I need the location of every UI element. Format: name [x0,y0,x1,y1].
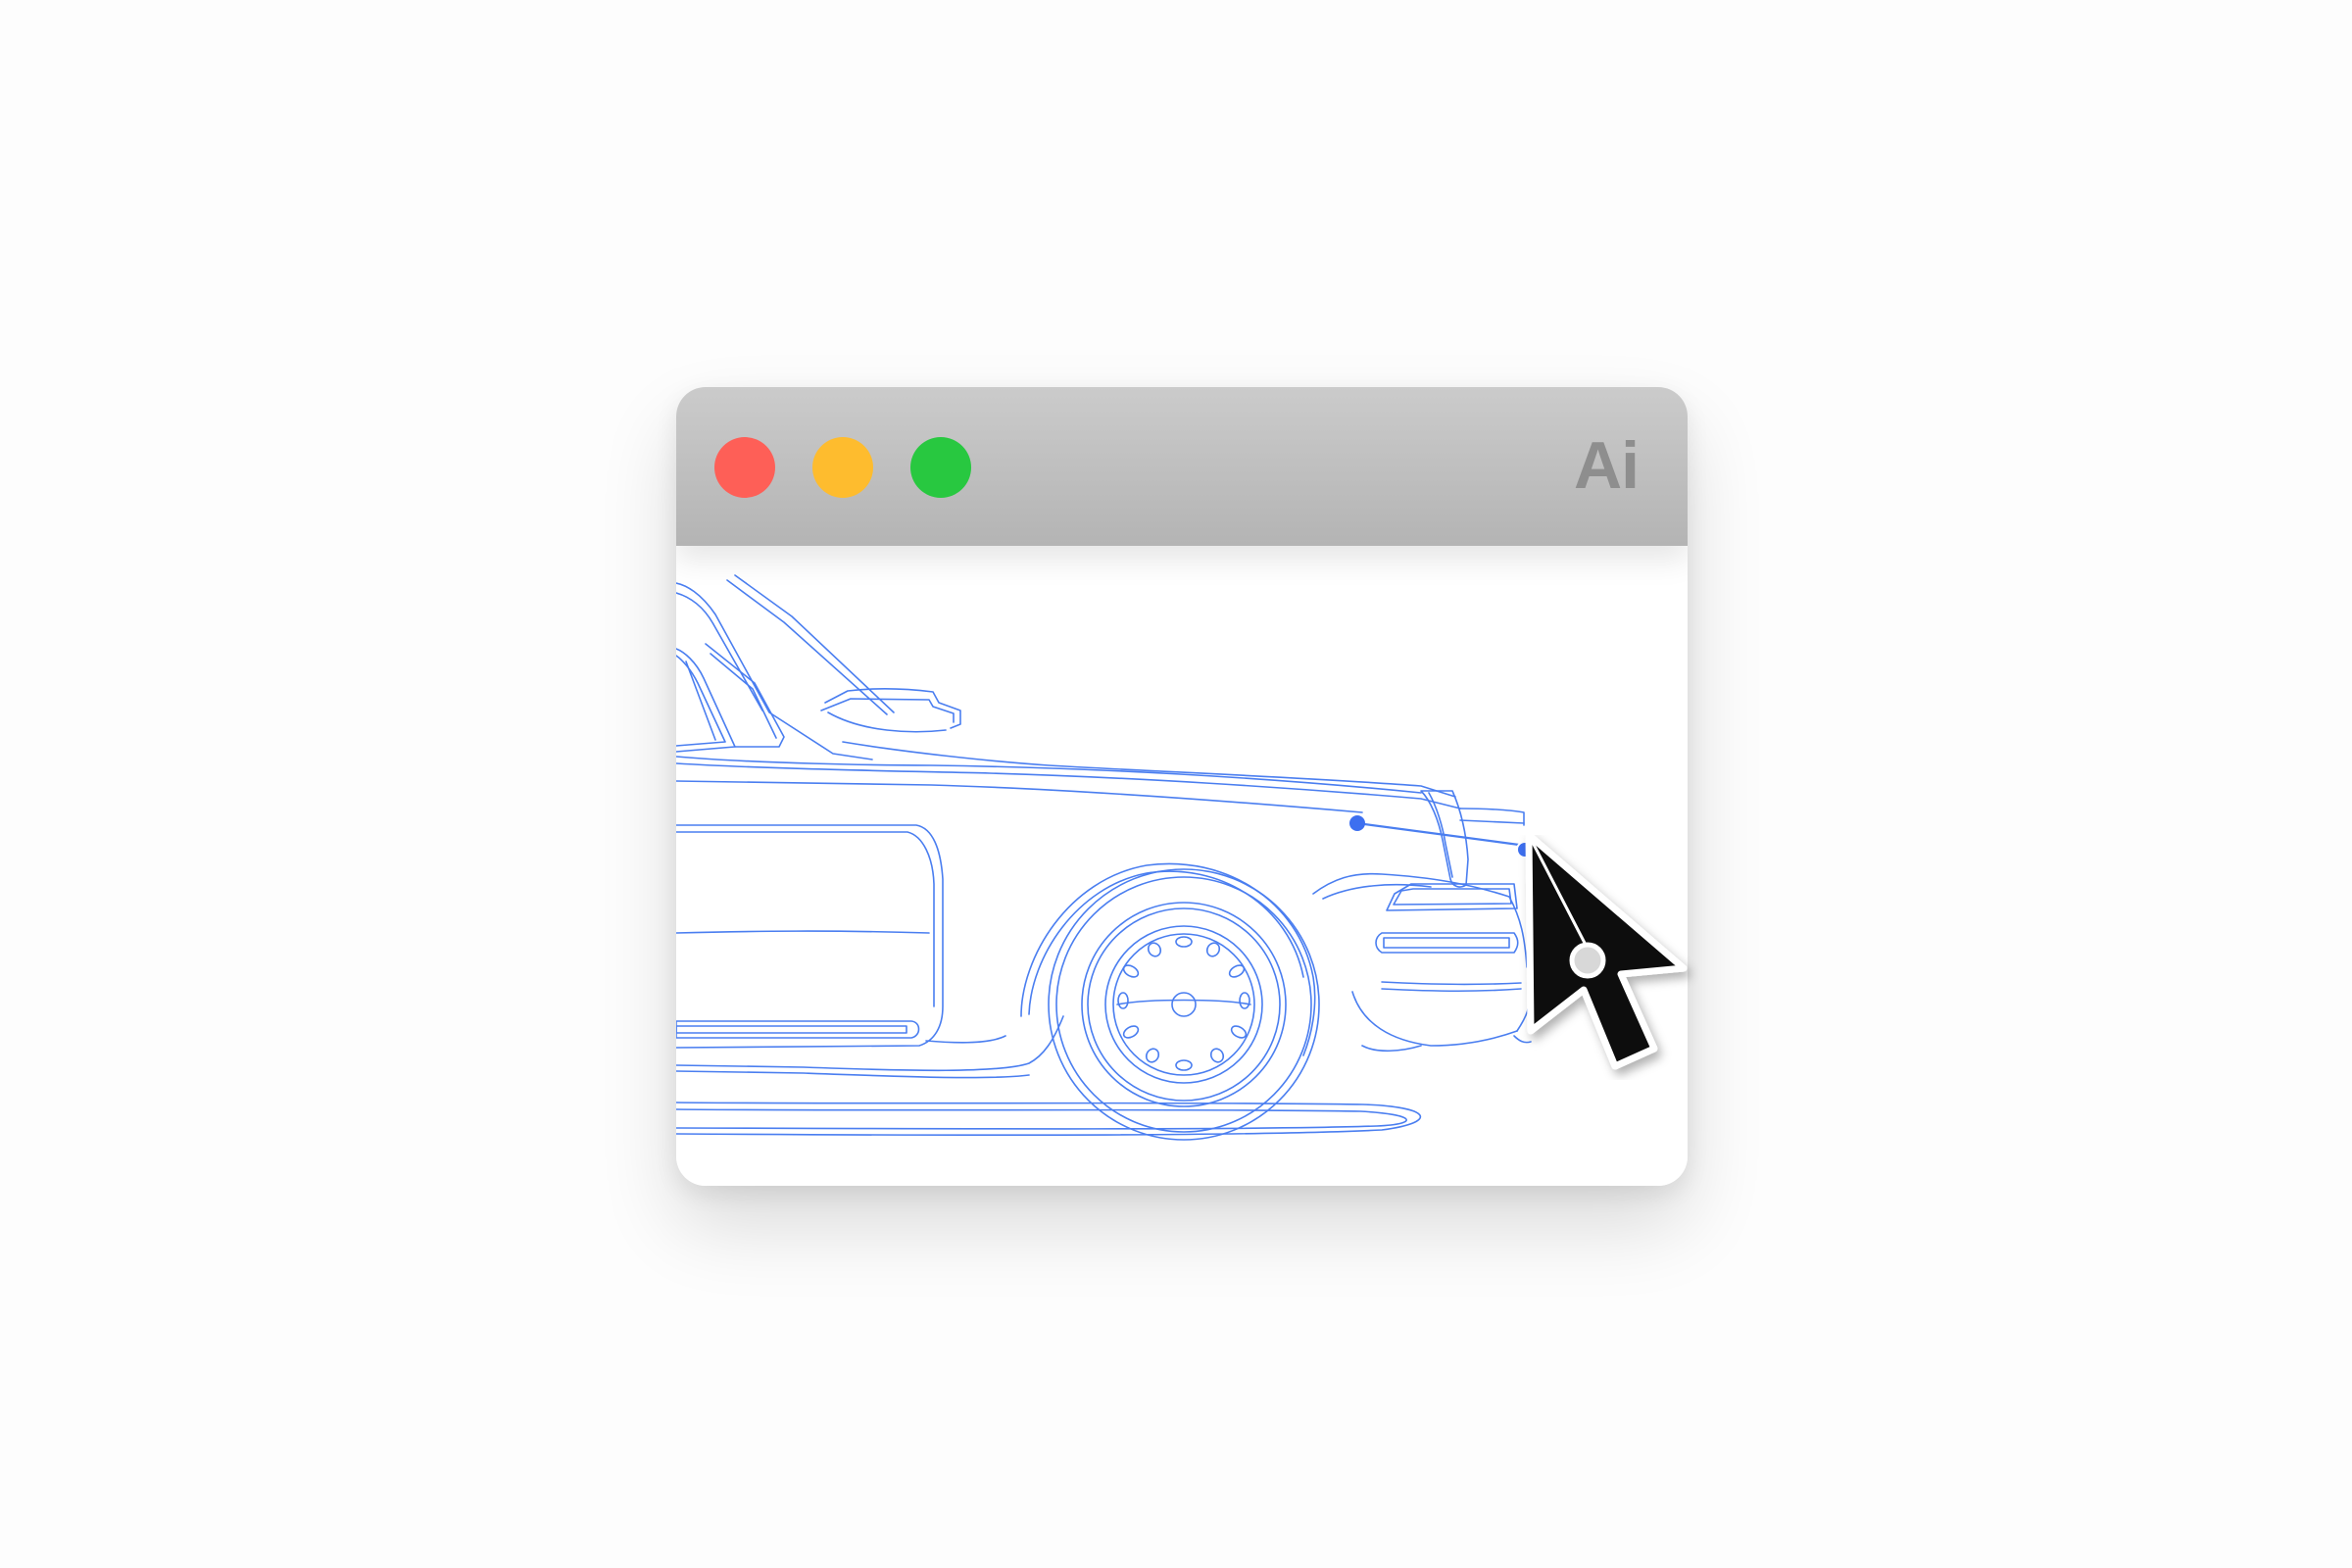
app-badge: Ai [1574,428,1640,503]
direct-selection-cursor-icon [1525,835,1688,1070]
minimize-button[interactable] [812,437,873,498]
anchor-point[interactable] [1349,815,1365,831]
close-button[interactable] [714,437,775,498]
stage: Ai [0,0,2352,1568]
zoom-button[interactable] [910,437,971,498]
title-bar[interactable]: Ai [676,387,1688,546]
